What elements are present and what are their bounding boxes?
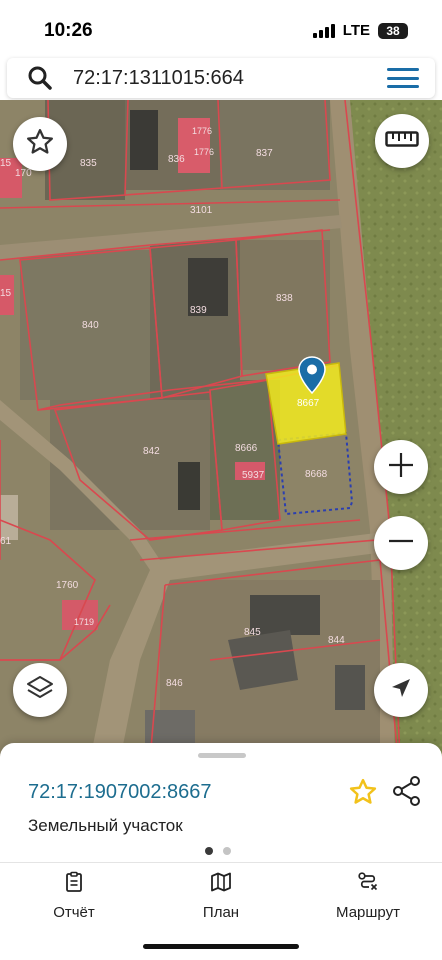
route-icon xyxy=(357,872,379,897)
parcel-label: 837 xyxy=(256,148,273,159)
parcel-label: 846 xyxy=(166,678,183,689)
parcel-label: 840 xyxy=(82,320,99,331)
map-icon xyxy=(210,872,232,897)
ruler-icon xyxy=(385,130,419,152)
battery-level: 38 xyxy=(386,23,400,38)
share-icon[interactable] xyxy=(392,775,422,812)
parcel-label: 838 xyxy=(276,293,293,304)
signal-icon xyxy=(312,23,335,38)
location-pin-icon[interactable] xyxy=(298,356,326,399)
parcel-label: 15 xyxy=(0,158,12,169)
parcel-label: 61 xyxy=(0,536,12,547)
parcel-label: 844 xyxy=(328,635,345,646)
zoom-out-button[interactable] xyxy=(374,516,428,570)
battery-icon: 38 xyxy=(378,22,408,39)
map-canvas[interactable] xyxy=(0,100,442,760)
tab-report[interactable]: Отчёт xyxy=(14,871,134,921)
report-icon xyxy=(63,871,85,897)
parcel-label: 170 xyxy=(15,168,32,179)
tab-plan-label: План xyxy=(202,904,240,921)
parcel-label: 836 xyxy=(168,154,185,165)
parcel-label: 842 xyxy=(143,446,160,457)
object-type: Земельный участок xyxy=(28,816,183,835)
plus-icon xyxy=(386,450,416,485)
sheet-grabber[interactable] xyxy=(198,753,246,758)
layers-icon xyxy=(25,673,55,708)
favorite-map-button[interactable] xyxy=(13,117,67,171)
parcel-label: 5937 xyxy=(242,470,265,481)
home-indicator[interactable] xyxy=(143,944,299,949)
cadastral-number: 72:17:1907002:8667 xyxy=(28,781,212,803)
parcel-label: 835 xyxy=(80,158,97,169)
minus-icon xyxy=(386,526,416,561)
satellite-map[interactable]: 835 836 837 1776 1776 170 3101 839 838 8… xyxy=(0,100,442,760)
page-dot-active xyxy=(205,847,213,855)
page-indicator xyxy=(205,847,231,855)
status-time: 10:26 xyxy=(44,20,93,41)
parcel-label: 15 xyxy=(0,288,12,299)
search-icon[interactable] xyxy=(27,65,53,96)
zoom-in-button[interactable] xyxy=(374,440,428,494)
menu-icon[interactable] xyxy=(387,66,419,90)
navigation-arrow-icon xyxy=(389,676,413,705)
tab-plan[interactable]: План xyxy=(161,871,281,921)
tab-report-label: Отчёт xyxy=(53,904,95,921)
parcel-label: 8668 xyxy=(305,469,328,480)
my-location-button[interactable] xyxy=(374,663,428,717)
favorite-star-icon[interactable] xyxy=(348,777,378,812)
parcel-label: 845 xyxy=(244,627,261,638)
parcel-label: 839 xyxy=(190,305,207,316)
parcel-label: 8666 xyxy=(235,443,258,454)
status-bar: 10:26 LTE 38 xyxy=(0,0,442,56)
parcel-label-selected: 8667 xyxy=(297,398,320,409)
page-dot xyxy=(223,847,231,855)
parcel-label: 1760 xyxy=(56,580,79,591)
star-outline-icon xyxy=(25,127,55,162)
ruler-button[interactable] xyxy=(375,114,429,168)
tab-route[interactable]: Маршрут xyxy=(308,871,428,921)
tab-route-label: Маршрут xyxy=(336,904,400,921)
parcel-label: 3101 xyxy=(190,205,213,216)
layers-button[interactable] xyxy=(13,663,67,717)
search-bar[interactable]: 72:17:1311015:664 xyxy=(7,58,435,98)
parcel-label: 1776 xyxy=(194,147,215,157)
network-type: LTE xyxy=(342,22,370,39)
parcel-label: 1776 xyxy=(192,126,213,136)
object-info-sheet[interactable]: 72:17:1907002:8667 Земельный участок xyxy=(0,743,442,863)
status-indicators: LTE 38 xyxy=(312,22,408,39)
search-input[interactable]: 72:17:1311015:664 xyxy=(73,67,244,90)
parcel-label: 1719 xyxy=(74,617,95,627)
